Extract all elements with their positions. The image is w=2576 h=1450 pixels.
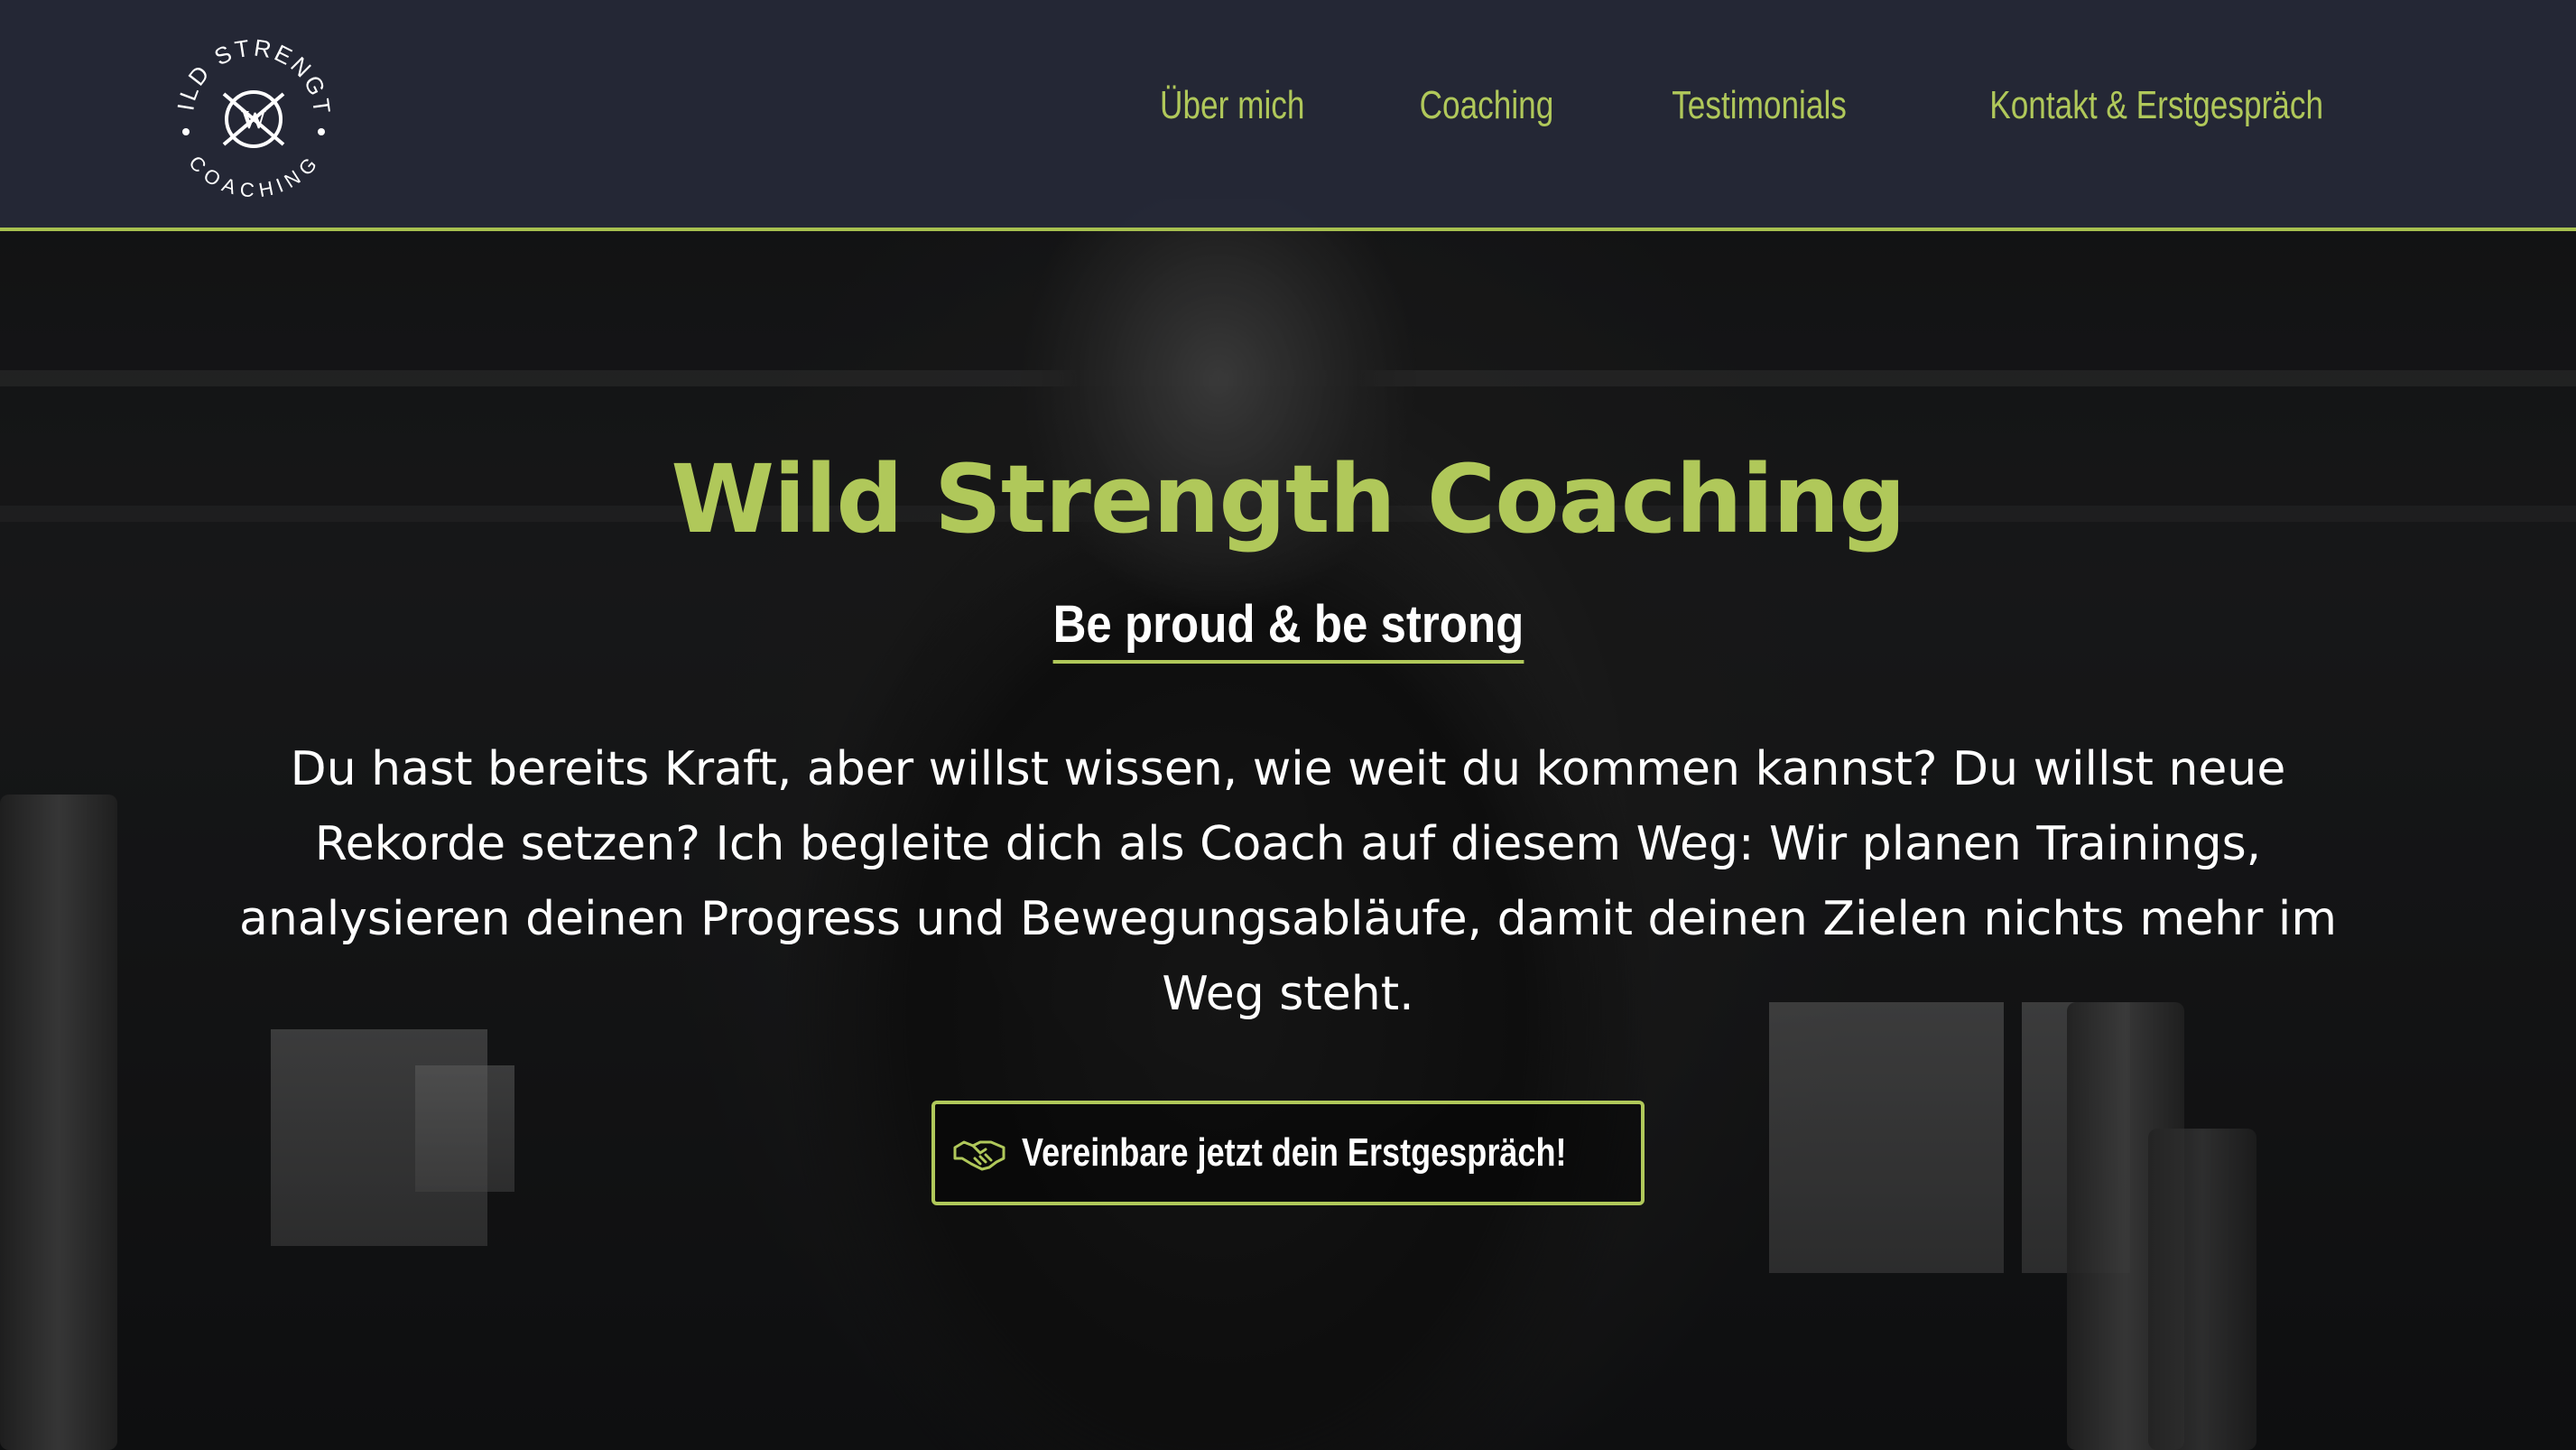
site-logo[interactable]: WILD STRENGTH COACHING W xyxy=(155,9,339,202)
cta-book-consultation-button[interactable]: Vereinbare jetzt dein Erstgespräch! xyxy=(931,1101,1645,1206)
logo-monogram: W xyxy=(241,107,266,135)
hero-section: Wild Strength Coaching Be proud & be str… xyxy=(0,231,2576,1206)
site-header: WILD STRENGTH COACHING W Über mich Coach… xyxy=(0,0,2576,231)
page: WILD STRENGTH COACHING W Über mich Coach… xyxy=(0,0,2576,1450)
handshake-icon xyxy=(953,1140,1005,1171)
svg-text:WILD STRENGTH: WILD STRENGTH xyxy=(168,31,336,117)
hero-title: Wild Strength Coaching xyxy=(671,444,1905,554)
svg-text:COACHING: COACHING xyxy=(184,151,323,201)
hero-description: Du hast bereits Kraft, aber willst wisse… xyxy=(239,742,2337,1022)
logo-text-bottom: COACHING xyxy=(184,151,320,201)
nav-item-kontakt[interactable]: Kontakt & Erstgespräch xyxy=(1989,83,2323,128)
nav-item-ueber-mich[interactable]: Über mich xyxy=(1160,83,1304,128)
nav-item-coaching[interactable]: Coaching xyxy=(1419,83,1553,128)
logo-emblem-icon: WILD STRENGTH COACHING W xyxy=(155,9,336,201)
nav-item-testimonials[interactable]: Testimonials xyxy=(1672,83,1847,128)
hero-tagline-wrapper: Be proud & be strong xyxy=(0,594,2576,665)
cta-label: Vereinbare jetzt dein Erstgespräch! xyxy=(1021,1130,1567,1176)
hero-tagline: Be proud & be strong xyxy=(1052,594,1524,665)
main-navigation: Über mich Coaching Testimonials Kontakt … xyxy=(1142,83,2365,128)
logo-text-top: WILD STRENGTH xyxy=(155,9,333,117)
